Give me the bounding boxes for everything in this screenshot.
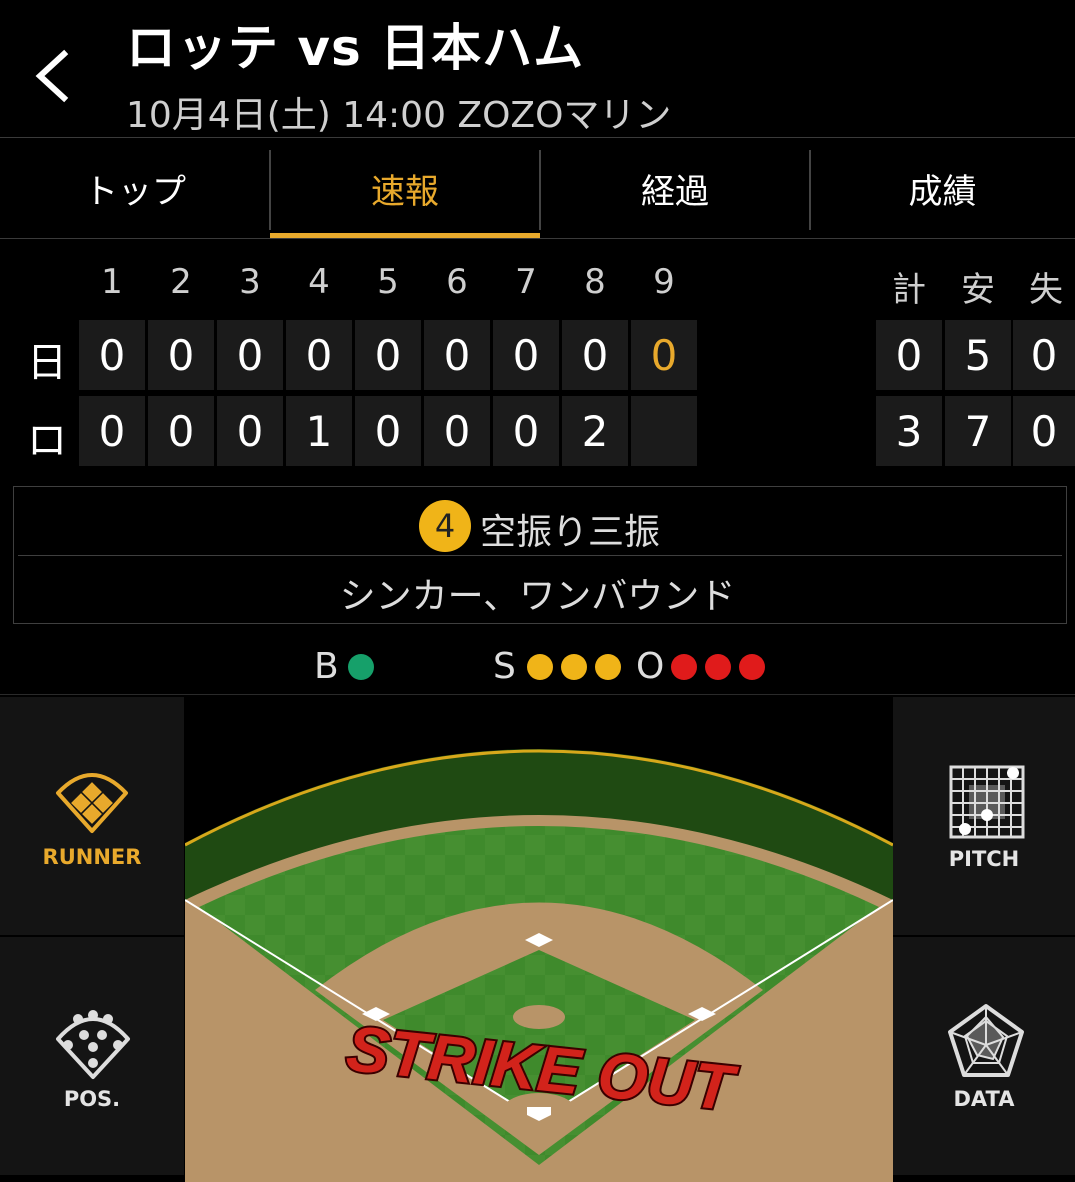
score-cell: 0	[79, 396, 145, 466]
team-label-home: ロ	[27, 418, 67, 464]
strike-indicator	[561, 654, 587, 680]
inning-header: 1	[101, 262, 123, 302]
inning-header: 6	[446, 262, 468, 302]
inning-header: 9	[653, 262, 675, 302]
play-result-text: 空振り三振	[480, 512, 661, 553]
tab-live[interactable]: 速報	[270, 140, 540, 236]
score-cell: 0	[424, 320, 490, 390]
inning-header: 5	[377, 262, 399, 302]
total-cell: 5	[945, 320, 1011, 390]
strike-indicator	[595, 654, 621, 680]
inning-header: 7	[515, 262, 537, 302]
out-indicator	[671, 654, 697, 680]
strike-indicator	[527, 654, 553, 680]
positions-label: POS.	[63, 1087, 121, 1111]
score-cell: 0	[355, 396, 421, 466]
ball-count-label: B	[314, 646, 339, 687]
team-label-away: 日	[27, 340, 67, 386]
inning-header: 3	[239, 262, 261, 302]
score-cell: 0	[493, 320, 559, 390]
tab-progress[interactable]: 経過	[540, 140, 810, 236]
runner-diamond-icon	[56, 773, 128, 833]
tab-stats[interactable]: 成績	[810, 140, 1075, 236]
pitch-button[interactable]: PITCH	[893, 697, 1075, 935]
positions-icon	[56, 1010, 130, 1079]
tab-top[interactable]: トップ	[0, 140, 270, 236]
back-arrow-icon[interactable]	[30, 48, 76, 104]
baseball-field: STRIKE OUT	[185, 749, 893, 1182]
score-cell: 0	[217, 396, 283, 466]
pitch-description: シンカー、ワンバウンド	[339, 576, 736, 617]
score-cell: 0	[148, 320, 214, 390]
strike-count-label: S	[493, 646, 516, 687]
out-indicator	[705, 654, 731, 680]
pitch-grid-icon	[949, 765, 1025, 839]
data-label: DATA	[953, 1087, 1015, 1111]
positions-button[interactable]: POS.	[0, 937, 184, 1175]
total-runs-header: 計	[892, 270, 926, 310]
score-cell: 0	[286, 320, 352, 390]
total-cell: 0	[1013, 396, 1075, 466]
out-count-label: O	[636, 646, 665, 687]
score-cell: 0	[148, 396, 214, 466]
score-cell-current: 0	[631, 320, 697, 390]
runner-label: RUNNER	[42, 845, 142, 869]
out-indicator	[739, 654, 765, 680]
total-errors-header: 失	[1029, 270, 1063, 310]
divider	[0, 137, 1075, 138]
inning-header: 8	[584, 262, 606, 302]
divider	[0, 238, 1075, 239]
score-cell	[631, 396, 697, 466]
runner-button[interactable]: RUNNER	[0, 697, 184, 935]
radar-chart-icon	[948, 1004, 1024, 1077]
total-cell: 7	[945, 396, 1011, 466]
score-cell: 0	[424, 396, 490, 466]
score-cell: 1	[286, 396, 352, 466]
pitch-label: PITCH	[948, 847, 1020, 871]
score-cell: 0	[355, 320, 421, 390]
game-info: 10月4日(土) 14:00 ZOZOマリン	[126, 95, 672, 136]
total-cell: 0	[1013, 320, 1075, 390]
inning-header: 4	[308, 262, 330, 302]
page-title: ロッテ vs 日本ハム	[126, 19, 585, 77]
ball-indicator	[348, 654, 374, 680]
score-cell: 0	[79, 320, 145, 390]
divider	[18, 555, 1062, 556]
score-cell: 0	[217, 320, 283, 390]
score-cell: 0	[493, 396, 559, 466]
score-cell: 0	[562, 320, 628, 390]
play-number-badge: 4	[419, 500, 471, 552]
inning-header: 2	[170, 262, 192, 302]
total-cell: 3	[876, 396, 942, 466]
data-button[interactable]: DATA	[893, 937, 1075, 1175]
total-cell: 0	[876, 320, 942, 390]
score-cell: 2	[562, 396, 628, 466]
total-hits-header: 安	[961, 270, 995, 310]
